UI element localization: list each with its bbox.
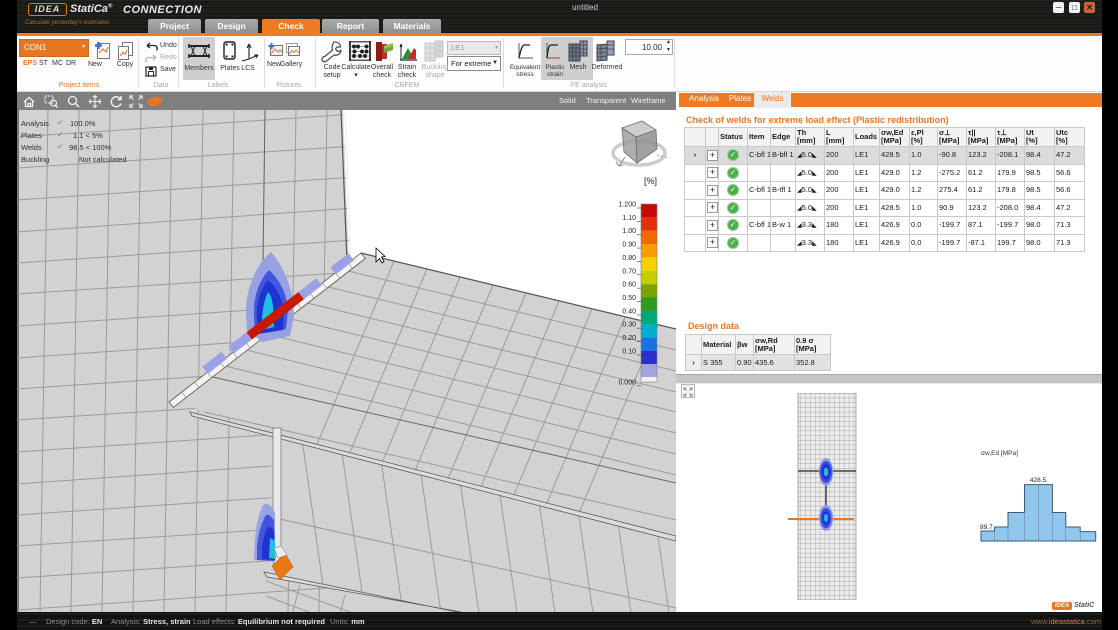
svg-text:σw,Ed [MPa]: σw,Ed [MPa] — [981, 450, 1018, 457]
svg-text:0.70: 0.70 — [622, 268, 636, 275]
svg-text:0.20: 0.20 — [622, 335, 636, 342]
svg-text:0.50: 0.50 — [622, 295, 636, 302]
svg-text:428.5: 428.5 — [1030, 477, 1047, 484]
svg-text:1.00: 1.00 — [622, 228, 636, 235]
svg-text:0.90: 0.90 — [622, 242, 636, 249]
svg-text:89.7: 89.7 — [980, 524, 993, 531]
svg-text:0.10: 0.10 — [622, 349, 636, 356]
svg-text:0.80: 0.80 — [622, 255, 636, 262]
svg-text:0.000: 0.000 — [618, 379, 636, 386]
svg-text:[%]: [%] — [644, 176, 657, 186]
svg-text:0.30: 0.30 — [622, 322, 636, 329]
svg-text:0.60: 0.60 — [622, 282, 636, 289]
svg-text:1.200: 1.200 — [618, 202, 636, 209]
svg-text:1.10: 1.10 — [622, 215, 636, 222]
svg-text:0.40: 0.40 — [622, 308, 636, 315]
